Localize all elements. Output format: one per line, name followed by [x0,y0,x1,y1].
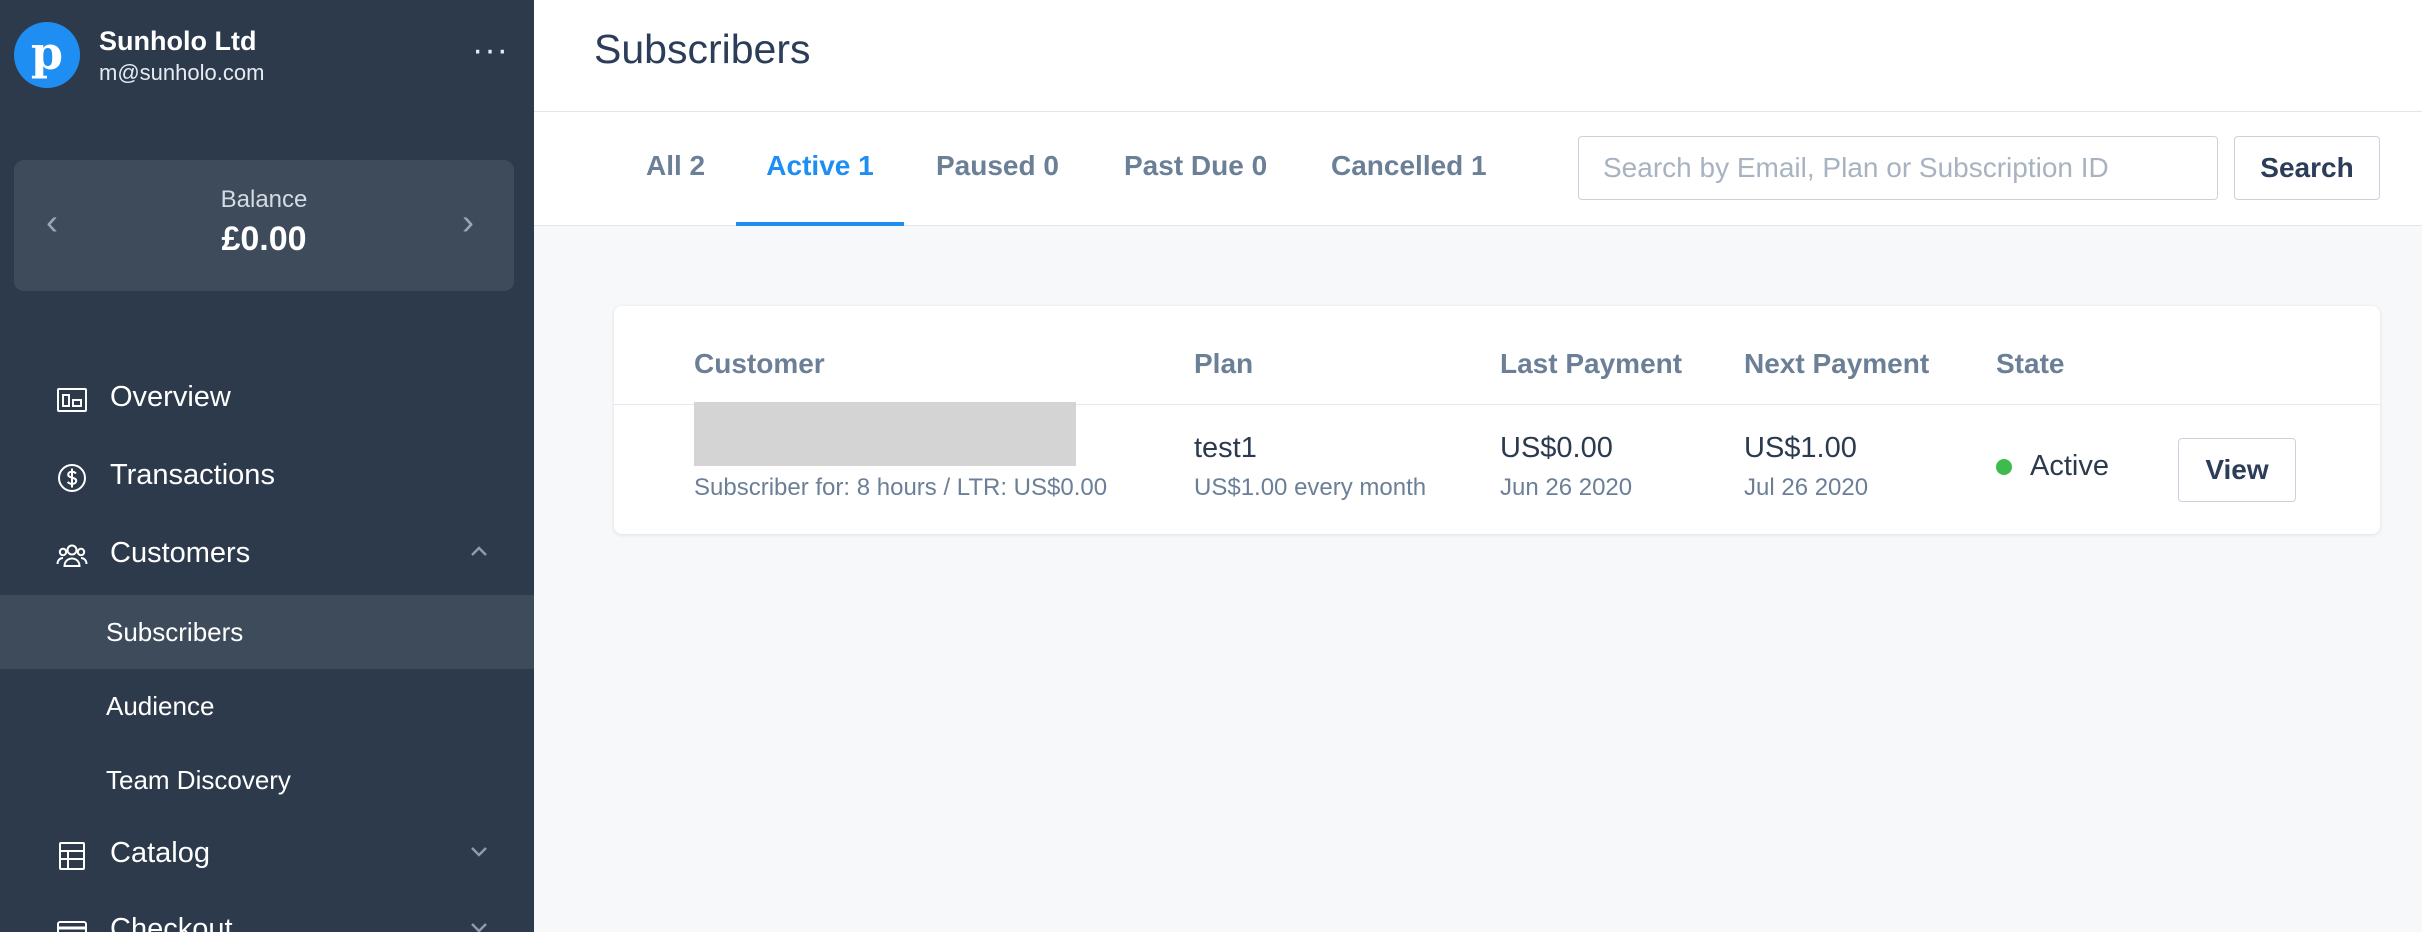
brand-logo: p [14,22,80,88]
dollar-circle-icon [58,464,86,492]
nav-item-transactions[interactable]: Transactions [0,442,534,508]
chevron-down-icon [471,923,487,932]
users-icon [56,544,88,567]
nav-label-checkout: Checkout [110,913,233,932]
search-input[interactable] [1578,136,2218,200]
sidebar: p Sunholo Ltd m@sunholo.com ··· ‹ Balanc… [0,0,534,932]
tab-cancelled[interactable]: Cancelled 1 [1331,112,1487,226]
sidebar-item-subscribers[interactable]: Subscribers [0,595,534,669]
sidebar-label-subscribers: Subscribers [106,617,244,647]
column-header-next-payment[interactable]: Next Payment [1744,348,1929,380]
chevron-up-icon [471,546,487,556]
catalog-icon [59,842,85,870]
customer-meta: Subscriber for: 8 hours / LTR: US$0.00 [694,474,1108,501]
column-header-customer[interactable]: Customer [694,348,825,380]
nav-item-catalog[interactable]: Catalog [0,820,534,886]
last-payment-date: Jun 26 2020 [1500,474,1633,501]
status-dot-icon [1996,459,2012,475]
account-name: Sunholo Ltd [99,26,257,56]
filter-tabs-bar: All 2 Active 1 Paused 0 Past Due 0 Cance… [534,112,2422,226]
status-badge: Active [2030,450,2109,482]
more-options-icon[interactable]: ··· [472,33,509,67]
nav-label-catalog: Catalog [110,837,210,869]
page-header: Subscribers [534,0,2422,112]
tab-active[interactable]: Active 1 [736,112,904,226]
balance-label: Balance [220,186,308,213]
sidebar-item-audience[interactable]: Audience [0,669,534,743]
tab-paused[interactable]: Paused 0 [936,112,1059,226]
chevron-down-icon [471,847,487,857]
sidebar-label-audience: Audience [106,691,215,721]
account-email: m@sunholo.com [99,60,265,85]
dashboard-icon [57,388,87,412]
last-payment-amount: US$0.00 [1500,432,1613,464]
redacted-customer-email [694,402,1076,466]
subscribers-table: Customer Plan Last Payment Next Payment … [614,306,2380,534]
view-button[interactable]: View [2178,438,2296,502]
tab-past-due[interactable]: Past Due 0 [1124,112,1267,226]
sidebar-label-team-discovery: Team Discovery [106,765,291,795]
next-payment-date: Jul 26 2020 [1744,474,1869,501]
next-payment-amount: US$1.00 [1744,432,1857,464]
nav-item-overview[interactable]: Overview [0,364,534,430]
account-switcher[interactable]: p Sunholo Ltd m@sunholo.com ··· [14,22,520,90]
column-header-state[interactable]: State [1996,348,2064,380]
balance-panel: ‹ Balance £0.00 › [14,160,514,291]
plan-name: test1 [1194,432,1257,464]
plan-detail: US$1.00 every month [1194,474,1427,501]
balance-value: £0.00 [221,220,307,258]
column-header-plan[interactable]: Plan [1194,348,1253,380]
column-header-last-payment[interactable]: Last Payment [1500,348,1682,380]
nav-label-transactions: Transactions [110,459,275,491]
nav-item-checkout[interactable]: Checkout [0,896,534,932]
tab-all[interactable]: All 2 [646,112,705,226]
chevron-right-icon[interactable]: › [462,202,474,242]
sidebar-item-team-discovery[interactable]: Team Discovery [0,743,534,817]
nav-label-overview: Overview [110,381,231,413]
page-title: Subscribers [594,26,811,72]
credit-card-icon [57,921,87,932]
nav-item-customers[interactable]: Customers [0,520,534,586]
nav-label-customers: Customers [110,537,251,569]
search-button[interactable]: Search [2234,136,2380,200]
